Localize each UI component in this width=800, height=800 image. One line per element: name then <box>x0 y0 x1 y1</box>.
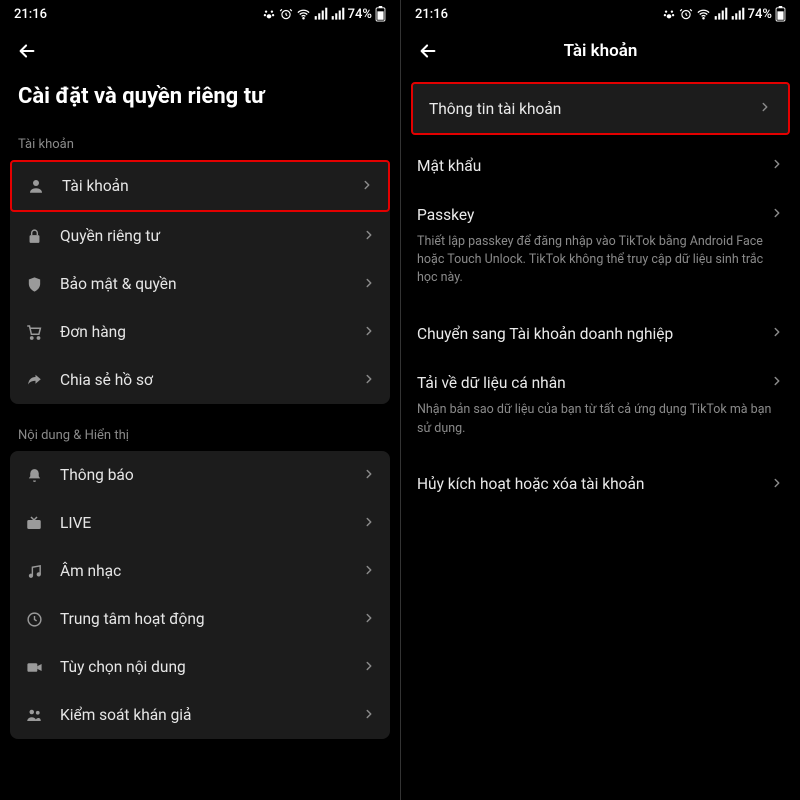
music-icon <box>24 561 44 581</box>
row-label: Thông tin tài khoản <box>429 100 742 118</box>
battery-text: 74% <box>348 7 372 22</box>
row-label: Đơn hàng <box>60 323 346 341</box>
row-orders[interactable]: Đơn hàng <box>10 308 390 356</box>
row-label: Quyền riêng tư <box>60 227 346 245</box>
row-label: Bảo mật & quyền <box>60 275 346 293</box>
chevron-right-icon <box>362 323 376 342</box>
row-deactivate[interactable]: Hủy kích hoạt hoặc xóa tài khoản <box>401 460 800 509</box>
back-button[interactable] <box>415 38 441 64</box>
status-indicators: 74% <box>262 6 386 22</box>
live-icon <box>24 513 44 533</box>
card-content-group: Thông báo LIVE Âm nhạc <box>10 451 390 739</box>
shield-icon <box>24 274 44 294</box>
row-privacy[interactable]: Quyền riêng tư <box>10 212 390 260</box>
status-indicators: 74% <box>662 6 786 22</box>
row-label: Chia sẻ hồ sơ <box>60 371 346 389</box>
row-live[interactable]: LIVE <box>10 499 390 547</box>
row-download[interactable]: Tải về dữ liệu cá nhân <box>401 358 800 407</box>
row-label: Thông báo <box>60 466 346 484</box>
chevron-right-icon <box>362 562 376 581</box>
row-label: Tải về dữ liệu cá nhân <box>417 374 754 392</box>
chevron-right-icon <box>362 371 376 390</box>
wifi-icon <box>296 7 311 22</box>
battery-text: 74% <box>748 7 772 22</box>
paw-icon <box>262 7 276 21</box>
row-label: Mật khẩu <box>417 157 754 175</box>
chevron-right-icon <box>360 177 374 196</box>
wifi-icon <box>696 7 711 22</box>
row-business[interactable]: Chuyển sang Tài khoản doanh nghiệp <box>401 309 800 358</box>
account-list: Thông tin tài khoản Mật khẩu Passkey Thi… <box>401 70 800 509</box>
battery-icon <box>375 6 386 22</box>
chevron-right-icon <box>770 324 784 343</box>
signal-icon-1 <box>314 7 328 21</box>
chevron-right-icon <box>362 706 376 725</box>
row-notifications[interactable]: Thông báo <box>10 451 390 499</box>
row-label: Hủy kích hoạt hoặc xóa tài khoản <box>417 475 754 493</box>
chevron-right-icon <box>770 475 784 494</box>
chevron-right-icon <box>362 610 376 629</box>
clock-icon <box>24 609 44 629</box>
row-audience[interactable]: Kiểm soát khán giả <box>10 691 390 739</box>
video-icon <box>24 657 44 677</box>
status-time: 21:16 <box>415 7 448 22</box>
row-share[interactable]: Chia sẻ hồ sơ <box>10 356 390 404</box>
person-icon <box>26 176 46 196</box>
status-bar: 21:16 74% <box>0 0 400 28</box>
passkey-desc: Thiết lập passkey để đăng nhập vào TikTo… <box>401 233 800 303</box>
signal-icon-1 <box>714 7 728 21</box>
back-button[interactable] <box>14 38 40 64</box>
row-account-info[interactable]: Thông tin tài khoản <box>411 82 790 135</box>
row-music[interactable]: Âm nhạc <box>10 547 390 595</box>
battery-icon <box>775 6 786 22</box>
chevron-right-icon <box>770 156 784 175</box>
row-label: Trung tâm hoạt động <box>60 610 346 628</box>
row-passkey[interactable]: Passkey <box>401 190 800 239</box>
alarm-icon <box>679 7 693 21</box>
section-header-content: Nội dung & Hiển thị <box>0 418 400 451</box>
chevron-right-icon <box>362 227 376 246</box>
row-label: Tùy chọn nội dung <box>60 658 346 676</box>
header: Tài khoản <box>401 28 800 70</box>
row-label: Âm nhạc <box>60 562 346 580</box>
phone-left-settings: 21:16 74% Cài đặt và quyền riêng tư Tài … <box>0 0 400 800</box>
download-desc: Nhận bản sao dữ liệu của bạn từ tất cả ứ… <box>401 401 800 453</box>
card-account-group: Tài khoản Quyền riêng tư Bảo mật & quyền <box>10 160 390 404</box>
chevron-right-icon <box>362 658 376 677</box>
row-label: Kiểm soát khán giả <box>60 706 346 724</box>
row-activity[interactable]: Trung tâm hoạt động <box>10 595 390 643</box>
signal-icon-2 <box>731 7 745 21</box>
row-label: Chuyển sang Tài khoản doanh nghiệp <box>417 325 754 343</box>
people-icon <box>24 705 44 725</box>
alarm-icon <box>279 7 293 21</box>
arrow-left-icon <box>417 40 439 62</box>
chevron-right-icon <box>362 514 376 533</box>
cart-icon <box>24 322 44 342</box>
header-title: Tài khoản <box>564 41 638 61</box>
arrow-left-icon <box>16 40 38 62</box>
signal-icon-2 <box>331 7 345 21</box>
row-label: Passkey <box>417 206 754 224</box>
header <box>0 28 400 70</box>
bell-icon <box>24 465 44 485</box>
section-header-account: Tài khoản <box>0 127 400 160</box>
share-icon <box>24 370 44 390</box>
chevron-right-icon <box>770 205 784 224</box>
page-title: Cài đặt và quyền riêng tư <box>0 70 400 127</box>
lock-icon <box>24 226 44 246</box>
paw-icon <box>662 7 676 21</box>
row-content-prefs[interactable]: Tùy chọn nội dung <box>10 643 390 691</box>
phone-right-account: 21:16 74% Tài khoản Thông tin tài khoản <box>400 0 800 800</box>
chevron-right-icon <box>362 466 376 485</box>
status-time: 21:16 <box>14 7 47 22</box>
row-account[interactable]: Tài khoản <box>10 160 390 212</box>
row-label: LIVE <box>60 514 346 532</box>
chevron-right-icon <box>362 275 376 294</box>
row-label: Tài khoản <box>62 177 344 195</box>
chevron-right-icon <box>758 99 772 118</box>
row-password[interactable]: Mật khẩu <box>401 141 800 190</box>
chevron-right-icon <box>770 373 784 392</box>
status-bar: 21:16 74% <box>401 0 800 28</box>
row-security[interactable]: Bảo mật & quyền <box>10 260 390 308</box>
